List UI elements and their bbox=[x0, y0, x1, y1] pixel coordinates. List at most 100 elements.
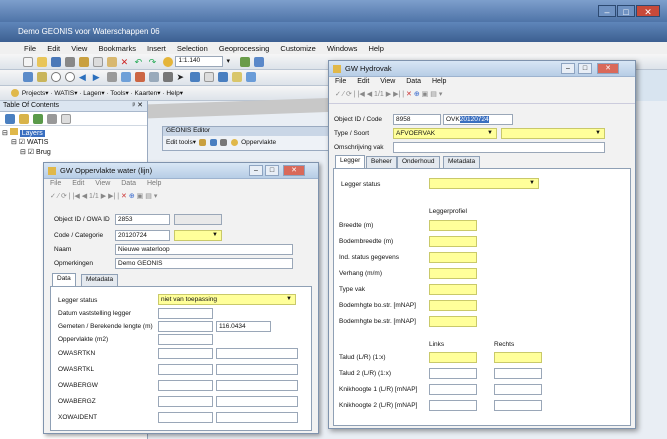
d2-verhang-field[interactable] bbox=[429, 268, 477, 279]
delete-icon[interactable]: ✕ bbox=[121, 57, 131, 67]
d2-omschrijving-field[interactable] bbox=[393, 142, 605, 153]
new-icon[interactable] bbox=[23, 56, 33, 67]
d1-owabergz-field[interactable] bbox=[158, 396, 213, 407]
kaarten-menu[interactable]: Kaarten bbox=[135, 90, 158, 97]
menu-geoprocessing[interactable]: Geoprocessing bbox=[219, 44, 269, 53]
menu-selection[interactable]: Selection bbox=[177, 44, 208, 53]
list-by-drawing-icon[interactable] bbox=[5, 114, 15, 124]
help-toolbar-menu[interactable]: Help bbox=[166, 90, 179, 97]
editor-icon[interactable] bbox=[240, 56, 251, 67]
d2-menu-view[interactable]: View bbox=[380, 78, 395, 85]
d2-tab-beheer[interactable]: Beheer bbox=[366, 156, 397, 168]
d1-last-icon[interactable]: ▶| bbox=[108, 193, 115, 200]
d1-menu-data[interactable]: Data bbox=[121, 180, 136, 187]
print-icon[interactable] bbox=[64, 56, 75, 67]
d1-berekende-field[interactable]: 116.0434 bbox=[216, 321, 271, 332]
tree-item-layers[interactable]: ⊟ Layers bbox=[2, 128, 145, 138]
menu-bookmarks[interactable]: Bookmarks bbox=[98, 44, 136, 53]
menu-customize[interactable]: Customize bbox=[280, 44, 315, 53]
menu-view[interactable]: View bbox=[71, 44, 87, 53]
d1-tab-metadata[interactable]: Metadata bbox=[81, 274, 119, 286]
d1-print-icon[interactable]: ▤ bbox=[145, 193, 152, 200]
pan-icon[interactable] bbox=[36, 72, 47, 82]
outer-close-button[interactable]: ✕ bbox=[636, 5, 660, 17]
menu-windows[interactable]: Windows bbox=[327, 44, 357, 53]
copy-icon[interactable] bbox=[92, 56, 103, 67]
d2-bodemhgte-be-field[interactable] bbox=[429, 316, 477, 327]
d2-bodembreedte-field[interactable] bbox=[429, 236, 477, 247]
d1-owasrtkn-field-2[interactable] bbox=[216, 348, 298, 359]
help-dropdown-icon[interactable]: ▾ bbox=[180, 90, 183, 97]
tree-item-brug[interactable]: ⊟ ☑ Brug bbox=[2, 148, 145, 158]
d2-zoom-icon[interactable]: ⊕ bbox=[414, 91, 420, 98]
undo-icon[interactable]: ↶ bbox=[135, 57, 145, 67]
d1-draw-icon[interactable]: ⁄ bbox=[58, 193, 59, 200]
d2-tab-onderhoud[interactable]: Onderhoud bbox=[397, 156, 440, 168]
zoom-out-icon[interactable] bbox=[64, 72, 75, 82]
d1-owa-id-field[interactable] bbox=[174, 214, 222, 225]
d1-menu-edit[interactable]: Edit bbox=[72, 180, 84, 187]
hand-icon[interactable] bbox=[106, 72, 117, 82]
d2-next-icon[interactable]: ▶ bbox=[386, 91, 391, 98]
select-features-icon[interactable] bbox=[190, 72, 201, 82]
lagen-menu[interactable]: Lagen bbox=[83, 90, 101, 97]
d2-delete-icon[interactable]: ✕ bbox=[406, 91, 412, 98]
d2-edit-icon[interactable]: ✓ bbox=[335, 91, 341, 98]
dialog2-close-button[interactable]: ✕ bbox=[597, 63, 619, 74]
d1-prev-icon[interactable]: ◀ bbox=[82, 193, 87, 200]
d2-menu-edit[interactable]: Edit bbox=[357, 78, 369, 85]
d1-owasrtkl-field[interactable] bbox=[158, 364, 213, 375]
d2-type-vak-field[interactable] bbox=[429, 284, 477, 295]
dialog1-close-button[interactable]: ✕ bbox=[283, 165, 305, 176]
edit-icon-2[interactable] bbox=[209, 138, 217, 146]
d2-draw-icon[interactable]: ⁄ bbox=[343, 91, 344, 98]
outer-maximize-button[interactable]: □ bbox=[617, 5, 635, 17]
d1-xowaident-field[interactable] bbox=[158, 412, 213, 423]
d2-knik1-rechts-field[interactable] bbox=[494, 384, 542, 395]
add-data-icon[interactable] bbox=[162, 56, 173, 67]
d2-last-icon[interactable]: ▶| bbox=[393, 91, 400, 98]
d2-refresh-icon[interactable]: ⟳ bbox=[346, 91, 352, 98]
menu-insert[interactable]: Insert bbox=[147, 44, 166, 53]
d2-menu-help[interactable]: Help bbox=[432, 78, 446, 85]
oppervlakte-label[interactable]: Oppervlakte bbox=[241, 139, 276, 146]
d1-owabergz-field-2[interactable] bbox=[216, 396, 298, 407]
back-icon[interactable]: ◀ bbox=[79, 72, 89, 82]
zoom-full-icon[interactable] bbox=[23, 72, 33, 82]
outer-minimize-button[interactable]: – bbox=[598, 5, 616, 17]
d1-naam-field[interactable]: Nieuwe waterloop bbox=[115, 244, 293, 255]
info-icon[interactable] bbox=[134, 72, 145, 82]
d2-knik2-links-field[interactable] bbox=[429, 400, 477, 411]
open-icon[interactable] bbox=[36, 56, 47, 67]
tools-menu[interactable]: Tools bbox=[110, 90, 125, 97]
dialog1-maximize-button[interactable]: □ bbox=[265, 165, 279, 176]
d2-print-icon[interactable]: ▤ bbox=[430, 91, 437, 98]
menu-edit[interactable]: Edit bbox=[47, 44, 60, 53]
select-arrow-icon[interactable]: ➤ bbox=[176, 72, 186, 82]
d1-opmerkingen-field[interactable]: Demo GEONIS bbox=[115, 258, 293, 269]
edit-tools-menu[interactable]: Edit tools bbox=[166, 139, 193, 146]
html-popup-icon[interactable] bbox=[232, 72, 243, 82]
dialog2-maximize-button[interactable]: □ bbox=[578, 63, 592, 74]
d2-legger-status-dropdown[interactable]: ▼ bbox=[429, 178, 539, 189]
d1-gemeten-field[interactable] bbox=[158, 321, 213, 332]
watis-dropdown-icon[interactable]: ▾ bbox=[74, 90, 77, 97]
scale-field[interactable]: 1:1.140 bbox=[175, 56, 224, 67]
list-by-selection-icon[interactable] bbox=[46, 114, 57, 124]
watis-menu[interactable]: WATIS bbox=[54, 90, 74, 97]
menu-file[interactable]: File bbox=[24, 44, 36, 53]
dialog2-minimize-button[interactable]: – bbox=[561, 63, 575, 74]
d1-tab-data[interactable]: Data bbox=[52, 273, 76, 286]
d1-menu-help[interactable]: Help bbox=[147, 180, 161, 187]
d1-zoom-icon[interactable]: ⊕ bbox=[129, 193, 135, 200]
d1-next-icon[interactable]: ▶ bbox=[101, 193, 106, 200]
d2-menu-file[interactable]: File bbox=[335, 78, 346, 85]
lagen-dropdown-icon[interactable]: ▾ bbox=[101, 90, 104, 97]
d2-type-dropdown[interactable]: AFVOERVAK ▼ bbox=[393, 128, 497, 139]
d1-oppervlakte-field[interactable] bbox=[158, 334, 213, 345]
list-by-visibility-icon[interactable] bbox=[32, 114, 43, 124]
d1-menu-view[interactable]: View bbox=[95, 180, 110, 187]
layers-label[interactable]: Layers bbox=[19, 130, 45, 137]
redo-icon[interactable]: ↷ bbox=[149, 57, 159, 67]
globe-icon[interactable] bbox=[120, 72, 131, 82]
